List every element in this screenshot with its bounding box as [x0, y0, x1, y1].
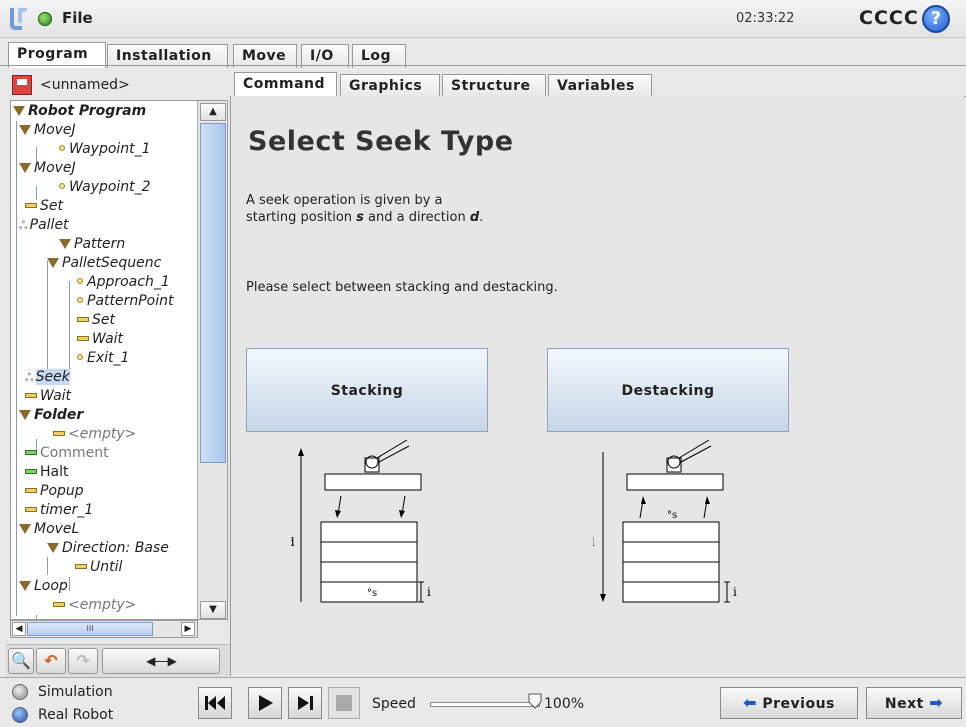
ur-logo-icon	[10, 8, 28, 30]
save-icon[interactable]	[12, 75, 32, 95]
robot-name: CCCC	[859, 7, 919, 29]
tree-node-selected[interactable]: ஃ Seek	[25, 369, 70, 388]
tab-variables[interactable]: Variables	[548, 74, 652, 98]
search-icon[interactable]: 🔍	[8, 648, 34, 674]
tree-node[interactable]: Direction: Base	[47, 540, 169, 559]
tree-node[interactable]: Until	[75, 559, 122, 578]
tab-divider	[0, 65, 966, 66]
simulation-label[interactable]: Simulation	[38, 684, 113, 700]
tab-command[interactable]: Command	[234, 72, 337, 98]
command-panel: Select Seek Type A seek operation is giv…	[230, 96, 964, 676]
page-title: Select Seek Type	[248, 126, 514, 157]
tree-node[interactable]: Waypoint_2	[59, 179, 151, 198]
tree-node[interactable]: Folder	[19, 407, 83, 426]
tree-node[interactable]: Exit_1	[77, 350, 129, 369]
program-panel: <unnamed> Robot Program MoveJ Waypoint_1…	[6, 70, 230, 678]
tree-node[interactable]: Set	[25, 198, 63, 217]
robot-status-icon	[38, 12, 52, 26]
description-line-2: starting position s and a direction d.	[246, 210, 484, 225]
tree-node[interactable]: MoveJ	[19, 160, 76, 179]
tree-node[interactable]: PatternPoint	[77, 293, 174, 312]
stacking-d-label: d	[291, 535, 295, 549]
simulation-radio[interactable]	[12, 684, 28, 700]
tree-node[interactable]: Waypoint_1	[59, 141, 151, 160]
file-menu[interactable]: File	[62, 9, 93, 27]
play-icon[interactable]	[248, 687, 282, 719]
step-icon[interactable]	[288, 687, 322, 719]
arrow-right-icon: ➡	[929, 693, 944, 712]
scroll-left-icon[interactable]: ◀	[12, 622, 26, 636]
speed-slider[interactable]	[430, 702, 540, 707]
redo-icon[interactable]: ↷	[68, 648, 98, 674]
destacking-d-label: d	[593, 535, 595, 549]
tree-node[interactable]: Loop	[19, 578, 68, 597]
stacking-i-label: i	[427, 585, 431, 599]
rewind-icon[interactable]	[198, 687, 232, 719]
destacking-button[interactable]: Destacking	[547, 348, 789, 432]
speed-label: Speed	[372, 696, 416, 712]
tab-structure[interactable]: Structure	[442, 74, 546, 98]
tree-node[interactable]: Wait	[25, 388, 71, 407]
tree-node[interactable]: <empty>	[53, 426, 136, 445]
tree-node[interactable]: Pattern	[59, 236, 125, 255]
description-line-1: A seek operation is given by a	[246, 193, 443, 208]
tree-node[interactable]: ஃ Pallet	[19, 217, 69, 236]
tab-graphics[interactable]: Graphics	[340, 74, 440, 98]
tree-node[interactable]: Approach_1	[77, 274, 170, 293]
tree-node[interactable]: MoveL	[19, 521, 79, 540]
scroll-right-icon[interactable]: ▶	[181, 622, 195, 636]
tree-node[interactable]: PalletSequenc	[47, 255, 161, 274]
speed-slider-handle[interactable]	[528, 693, 542, 709]
tree-node[interactable]: timer_1	[25, 502, 93, 521]
tree-node[interactable]: Robot Program	[13, 103, 146, 122]
arrow-left-icon: ⬅	[743, 693, 757, 712]
clock: 02:33:22	[736, 11, 795, 26]
help-icon[interactable]: ?	[922, 5, 950, 33]
scroll-thumb-horizontal[interactable]: III	[27, 622, 153, 636]
tree-node[interactable]: Wait	[77, 331, 123, 350]
instruction-text: Please select between stacking and desta…	[246, 280, 558, 295]
scroll-down-icon[interactable]: ▼	[200, 601, 226, 619]
seek-description: A seek operation is given by a starting …	[246, 192, 586, 226]
destacking-diagram: d °s i	[593, 440, 737, 603]
stop-icon[interactable]	[328, 687, 360, 719]
program-name-row: <unnamed>	[6, 72, 226, 98]
next-button[interactable]: Next ➡	[866, 687, 962, 719]
undo-icon[interactable]: ↶	[36, 648, 66, 674]
real-robot-label[interactable]: Real Robot	[38, 707, 113, 723]
scroll-thumb[interactable]	[200, 123, 226, 463]
tree-node[interactable]: MoveJ	[19, 122, 76, 141]
scroll-up-icon[interactable]: ▲	[200, 103, 226, 121]
program-name: <unnamed>	[40, 77, 130, 93]
stacking-diagram: d °s i	[291, 440, 431, 603]
tree-toolbar: 🔍 ↶ ↷ ◀----▶	[6, 644, 230, 678]
destacking-i-label: i	[733, 585, 737, 599]
tree-node[interactable]: Set	[77, 312, 115, 331]
tree-horizontal-scrollbar[interactable]: ◀ III ▶	[10, 620, 198, 638]
stacking-button[interactable]: Stacking	[246, 348, 488, 432]
move-node-icon[interactable]: ◀----▶	[102, 648, 220, 674]
real-robot-radio[interactable]	[12, 707, 28, 723]
tree-node[interactable]: Halt	[25, 464, 69, 483]
bottom-bar: Simulation Real Robot Speed 100% ⬅ Previ…	[0, 677, 966, 727]
previous-button[interactable]: ⬅ Previous	[720, 687, 858, 719]
program-tree[interactable]: Robot Program MoveJ Waypoint_1 MoveJ Way…	[10, 100, 228, 620]
tree-vertical-scrollbar[interactable]: ▲ ▼	[197, 101, 227, 619]
tree-node[interactable]: Popup	[25, 483, 84, 502]
header-bar: File 02:33:22 CCCC ?	[0, 0, 966, 38]
tree-node[interactable]: <empty>	[53, 597, 136, 616]
stacking-s-label: °s	[367, 588, 377, 599]
tree-node[interactable]: Comment	[25, 445, 109, 464]
speed-value: 100%	[544, 696, 585, 712]
destacking-s-label: °s	[667, 510, 677, 521]
